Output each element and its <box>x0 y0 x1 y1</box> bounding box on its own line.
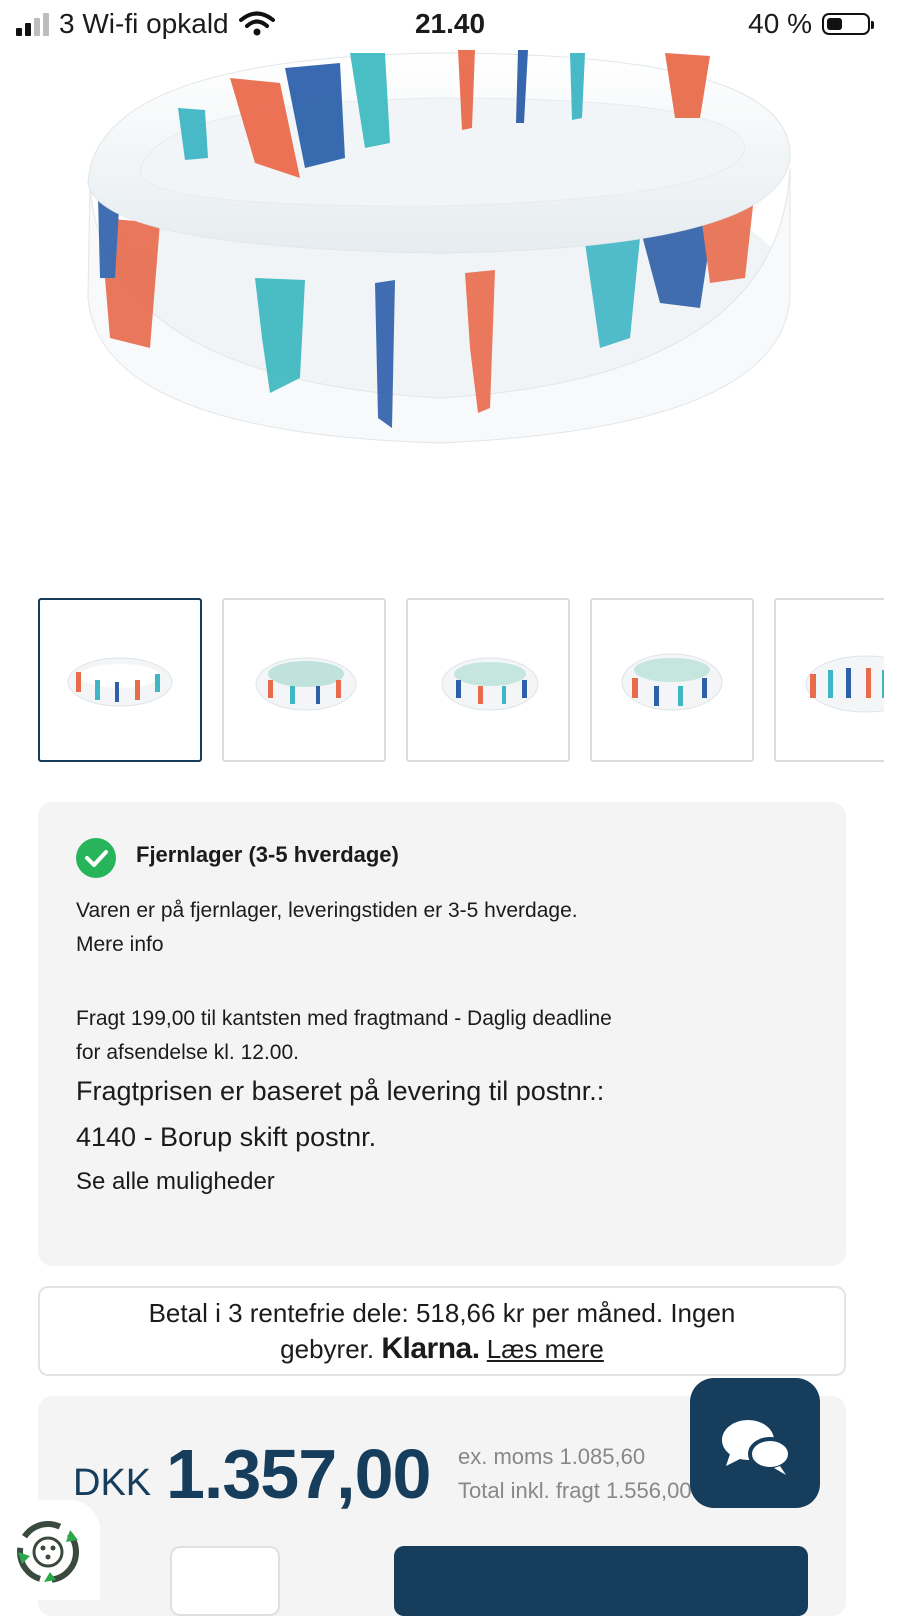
klarna-banner: Betal i 3 rentefrie dele: 518,66 kr per … <box>38 1286 846 1376</box>
chat-button[interactable] <box>690 1378 820 1508</box>
klarna-text-line2: gebyrer. <box>280 1334 375 1364</box>
price-currency: DKK <box>73 1462 152 1504</box>
thumbnail-1[interactable] <box>38 598 202 762</box>
more-info-link[interactable]: Mere info <box>76 930 164 960</box>
thumbnail-4[interactable] <box>590 598 754 762</box>
change-postal-link[interactable]: 4140 - Borup skift postnr. <box>76 1122 376 1153</box>
battery-icon <box>822 13 874 35</box>
see-all-options-link[interactable]: Se alle muligheder <box>76 1168 275 1196</box>
thumbnail-strip[interactable] <box>38 598 884 762</box>
klarna-text-line2-wrap: gebyrer. Klarna. Læs mere <box>40 1331 844 1367</box>
price-amount: 1.357,00 <box>166 1435 431 1513</box>
check-circle-icon <box>76 838 116 878</box>
quantity-input[interactable] <box>170 1546 280 1616</box>
stock-status-title: Fjernlager (3-5 hverdage) <box>136 842 399 867</box>
inflatable-pool-image <box>87 50 791 444</box>
recycle-badge[interactable] <box>0 1500 100 1600</box>
klarna-text-line1: Betal i 3 rentefrie dele: 518,66 kr per … <box>148 1298 736 1328</box>
add-to-cart-button[interactable] <box>394 1546 808 1616</box>
chat-bubbles-icon <box>722 1420 792 1475</box>
stock-description: Varen er på fjernlager, leveringstiden e… <box>76 899 578 922</box>
battery-level-fill <box>827 18 842 30</box>
postal-info-line1: Fragtprisen er baseret på levering til p… <box>76 1076 605 1106</box>
delivery-info-panel: Fjernlager (3-5 hverdage) Varen er på fj… <box>38 802 846 1266</box>
shipping-info-line1: Fragt 199,00 til kantsten med fragtmand … <box>76 1007 612 1030</box>
thumbnail-5[interactable] <box>774 598 884 762</box>
battery-percent: 40 % <box>748 8 812 39</box>
klarna-read-more-link[interactable]: Læs mere <box>487 1334 604 1364</box>
thumbnail-2[interactable] <box>222 598 386 762</box>
shipping-info-line2: for afsendelse kl. 12.00. <box>76 1041 299 1064</box>
recycle-icon <box>17 1521 79 1583</box>
price-total-incl-shipping: Total inkl. fragt 1.556,00 <box>458 1478 692 1503</box>
klarna-logo: Klarna. <box>381 1332 480 1365</box>
price-ex-vat: ex. moms 1.085,60 <box>458 1444 646 1469</box>
thumbnail-3[interactable] <box>406 598 570 762</box>
product-main-image[interactable] <box>0 48 900 568</box>
status-bar: 3 Wi-fi opkald 21.40 40 % <box>0 0 900 48</box>
status-right: 40 % <box>748 8 874 40</box>
